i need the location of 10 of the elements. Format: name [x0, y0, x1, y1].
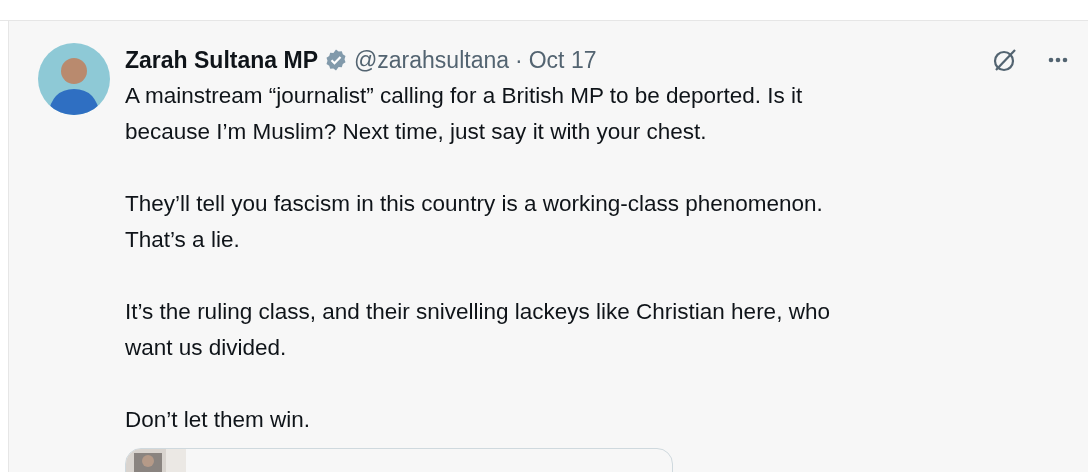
separator-dot: ·: [515, 46, 523, 75]
slashed-circle-icon[interactable]: [992, 47, 1018, 74]
user-handle[interactable]: @zarahsultana: [354, 43, 510, 78]
post-paragraph: It’s the ruling class, and their snivelling lackeys like Christian here, who want us divided.: [125, 297, 831, 362]
post-paragraph: A mainstream “journalist” calling for a British MP to be deported. Is it because I’m Muslim? Next time, just say it with your chest.: [125, 81, 804, 146]
more-icon[interactable]: [1048, 57, 1068, 64]
post-paragraph: Don’t let them win.: [125, 405, 312, 434]
author-name[interactable]: Zarah Sultana MP: [125, 43, 318, 78]
post-paragraph: They’ll tell you fascism in this country is a working-class phenomenon. That’s a lie.: [125, 189, 824, 254]
post-date[interactable]: Oct 17: [528, 43, 597, 78]
